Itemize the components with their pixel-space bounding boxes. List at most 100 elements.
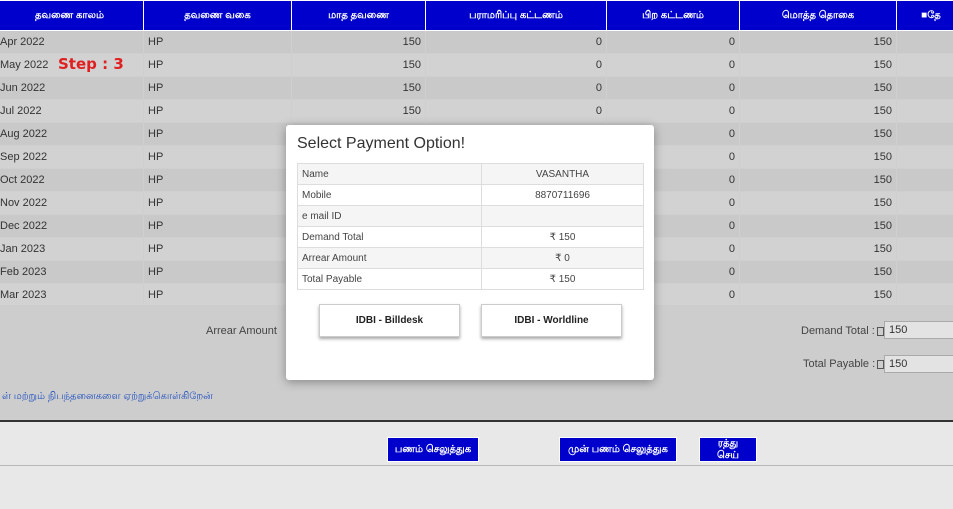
info-label: Name — [297, 163, 482, 185]
cell-total: 150 — [739, 30, 897, 54]
cell-type: HP — [143, 30, 292, 54]
idbi-worldline-button[interactable]: IDBI - Worldline — [481, 304, 622, 337]
info-row-arrear: Arrear Amount ₹ 0 — [297, 247, 644, 269]
cell-maintenance: 0 — [425, 30, 607, 54]
col-header-total: மொத்த தொகை — [739, 0, 897, 31]
cell-other: 0 — [606, 53, 740, 77]
col-header-select[interactable]: ■தே — [896, 0, 953, 31]
total-payable-label-wrap: Total Payable : — [803, 358, 885, 370]
arrear-amount-label: Arrear Amount — [206, 325, 277, 337]
cell-type: HP — [143, 214, 292, 238]
table-row: Apr 2022 HP 150 0 0 150 — [0, 30, 953, 54]
info-label: Arrear Amount — [297, 247, 482, 269]
cell-type: HP — [143, 237, 292, 261]
cell-monthly: 150 — [291, 76, 426, 100]
table-header-row: தவணை காலம் தவணை வகை மாத தவணை பராமரிப்பு … — [0, 0, 953, 31]
cell-total: 150 — [739, 99, 897, 123]
cell-other: 0 — [606, 76, 740, 100]
info-row-email: e mail ID — [297, 205, 644, 227]
cell-monthly: 150 — [291, 53, 426, 77]
cell-total: 150 — [739, 168, 897, 192]
cell-total: 150 — [739, 283, 897, 307]
info-row-payable: Total Payable ₹ 150 — [297, 268, 644, 290]
cell-select[interactable] — [896, 237, 953, 261]
cell-period: Mar 2023 — [0, 283, 144, 307]
demand-total-field[interactable] — [884, 321, 953, 339]
cell-maintenance: 0 — [425, 99, 607, 123]
col-header-other: பிற கட்டணம் — [606, 0, 740, 31]
cell-select[interactable] — [896, 99, 953, 123]
cell-select[interactable] — [896, 168, 953, 192]
cell-select[interactable] — [896, 76, 953, 100]
cell-period: Dec 2022 — [0, 214, 144, 238]
cell-total: 150 — [739, 237, 897, 261]
cell-period: Feb 2023 — [0, 260, 144, 284]
info-value: ₹ 150 — [481, 268, 644, 290]
cell-type: HP — [143, 99, 292, 123]
cell-other: 0 — [606, 30, 740, 54]
info-row-demand: Demand Total ₹ 150 — [297, 226, 644, 248]
payment-option-modal: Select Payment Option! Name VASANTHA Mobi… — [286, 125, 654, 380]
cell-select[interactable] — [896, 283, 953, 307]
cell-period: Oct 2022 — [0, 168, 144, 192]
info-label: Demand Total — [297, 226, 482, 248]
cell-select[interactable] — [896, 191, 953, 215]
info-value: ₹ 0 — [481, 247, 644, 269]
cell-total: 150 — [739, 76, 897, 100]
total-payable-label: Total Payable : — [803, 358, 876, 370]
cell-select[interactable] — [896, 122, 953, 146]
currency-box-icon — [876, 326, 884, 336]
payment-info-table: Name VASANTHA Mobile 8870711696 e mail ID … — [297, 163, 644, 290]
cell-total: 150 — [739, 191, 897, 215]
cell-total: 150 — [739, 53, 897, 77]
idbi-billdesk-button[interactable]: IDBI - Billdesk — [319, 304, 460, 337]
cell-total: 150 — [739, 122, 897, 146]
terms-accept-text[interactable]: ள் மற்றும் நிபந்தனைகளை ஏற்றுக்கொள்கிறேன் — [2, 391, 213, 403]
col-header-period: தவணை காலம் — [0, 0, 144, 31]
pay-button[interactable]: பணம் செலுத்துக — [387, 437, 479, 462]
cell-type: HP — [143, 76, 292, 100]
step-annotation: Step : 3 — [58, 55, 124, 73]
info-value: ₹ 150 — [481, 226, 644, 248]
cell-period: Jan 2023 — [0, 237, 144, 261]
cell-monthly: 150 — [291, 99, 426, 123]
total-payable-field[interactable] — [884, 355, 953, 373]
cell-period: Aug 2022 — [0, 122, 144, 146]
info-label: Total Payable — [297, 268, 482, 290]
table-row: Jun 2022 HP 150 0 0 150 — [0, 76, 953, 100]
modal-title: Select Payment Option! — [297, 135, 466, 152]
cell-other: 0 — [606, 99, 740, 123]
cell-select[interactable] — [896, 53, 953, 77]
col-header-maintenance: பராமரிப்பு கட்டணம் — [425, 0, 607, 31]
cell-type: HP — [143, 191, 292, 215]
cell-select[interactable] — [896, 214, 953, 238]
cell-select[interactable] — [896, 260, 953, 284]
info-value: 8870711696 — [481, 184, 644, 206]
info-label: e mail ID — [297, 205, 482, 227]
col-header-monthly: மாத தவணை — [291, 0, 426, 31]
cell-period: Apr 2022 — [0, 30, 144, 54]
cell-maintenance: 0 — [425, 53, 607, 77]
cell-select[interactable] — [896, 30, 953, 54]
cell-period: Sep 2022 — [0, 145, 144, 169]
info-label: Mobile — [297, 184, 482, 206]
table-row: Jul 2022 HP 150 0 0 150 — [0, 99, 953, 123]
info-value: VASANTHA — [481, 163, 644, 185]
info-row-mobile: Mobile 8870711696 — [297, 184, 644, 206]
cell-type: HP — [143, 260, 292, 284]
cancel-button[interactable]: ரத்து செய் — [699, 437, 757, 462]
advance-pay-button[interactable]: முன் பணம் செலுத்துக — [559, 437, 677, 462]
cell-type: HP — [143, 53, 292, 77]
demand-total-label-wrap: Demand Total : — [801, 325, 884, 337]
cell-total: 150 — [739, 145, 897, 169]
info-value — [481, 205, 644, 227]
table-row: May 2022 HP 150 0 0 150 — [0, 53, 953, 77]
col-header-type: தவணை வகை — [143, 0, 292, 31]
cell-period: Jun 2022 — [0, 76, 144, 100]
action-bar-divider — [0, 465, 953, 466]
cell-period: Nov 2022 — [0, 191, 144, 215]
cell-select[interactable] — [896, 145, 953, 169]
cell-type: HP — [143, 283, 292, 307]
cell-type: HP — [143, 145, 292, 169]
cell-type: HP — [143, 122, 292, 146]
